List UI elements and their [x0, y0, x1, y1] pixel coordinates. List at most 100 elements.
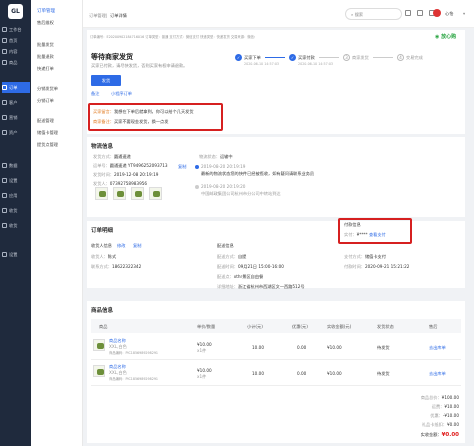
info-row: 联系方式：18622322342 — [91, 264, 141, 270]
breadcrumb-item[interactable]: 订单管理 — [89, 13, 106, 19]
sidebar-item-4[interactable]: 订单 — [2, 82, 30, 93]
subnav-item-6[interactable]: 配送管理 — [37, 118, 54, 124]
subnav-item-0[interactable]: 售后维权 — [37, 20, 54, 26]
sidebar-item-12[interactable]: 收货 — [2, 220, 30, 231]
logistics-row-label: 发货人： — [93, 181, 110, 186]
subnav-item-2[interactable]: 批量退款 — [37, 54, 54, 60]
event-text: 中国邮政集团公司杭州市分公司中转站到达 — [201, 191, 281, 196]
step-label: 商家发货 — [352, 55, 369, 60]
sidebar-item-13[interactable]: 设置 — [2, 249, 30, 260]
subnav-item-3[interactable]: 快递打单 — [37, 66, 54, 72]
timeline-dot — [195, 185, 199, 189]
receipt-icon — [2, 208, 7, 213]
total-label: 实收金额： — [420, 432, 442, 437]
sidebar-item-10[interactable]: 应用 — [2, 190, 30, 201]
sidebar-item-label: 应用 — [9, 192, 18, 198]
buyer-msg-label: 买家留言： — [93, 109, 114, 114]
note-link[interactable]: 备注 — [91, 91, 99, 97]
sidebar-item-9[interactable]: 设置 — [2, 175, 30, 186]
summary-label: 运费： — [431, 404, 445, 409]
logistics-row-value: 2019-12-08 20:19:19 — [113, 172, 159, 177]
subnav-item-1[interactable]: 批量发货 — [37, 42, 54, 48]
chevron-down-icon[interactable]: ▾ — [463, 11, 465, 16]
subnav-item-5[interactable]: 分销订单 — [37, 98, 54, 104]
asset-icon — [2, 130, 7, 135]
status-title: 等待商家发货 — [91, 53, 133, 61]
brand-name: 放心购 — [441, 34, 457, 40]
summary-value: -¥10.00 — [442, 413, 459, 418]
after-sale-link[interactable]: 去出库单 — [429, 371, 446, 377]
sidebar-item-8[interactable]: 数据 — [2, 160, 30, 171]
product-thumbnail — [131, 187, 144, 200]
marketing-icon — [2, 115, 7, 120]
search-input[interactable]: ⌕ 搜索 — [345, 8, 402, 20]
goods-header-4: 实收金额(元) — [327, 324, 352, 329]
logistics-row: 发货时间：2019-12-08 20:19:19 — [93, 172, 158, 178]
delivery-col-title: 配送信息 — [217, 243, 234, 248]
summary-value: ¥100.00 — [441, 395, 459, 400]
shop-icon — [2, 38, 7, 43]
avatar[interactable] — [433, 9, 441, 17]
gear-icon — [2, 252, 7, 257]
apps-icon — [2, 193, 7, 198]
info-label: 联系方式： — [91, 264, 112, 269]
logistics-row: 发货方式：圆通速递 — [93, 154, 131, 160]
help-icon[interactable] — [405, 10, 411, 16]
ship-button[interactable]: 发货 — [91, 75, 121, 86]
summary-row: 礼品卡抵扣：¥0.00 — [387, 422, 459, 428]
message-icon[interactable] — [417, 10, 423, 16]
total-value: ¥0.00 — [441, 432, 459, 438]
copy-tracking-link[interactable]: 复制 — [178, 164, 186, 170]
sidebar-item-label: 资产 — [9, 129, 18, 135]
info-value: 2020-09-21 15:21:22 — [364, 264, 410, 269]
logistics-row-value: 圆通速递 YT9496252093713 — [109, 163, 168, 168]
step-time: 2020-06-10 14:57:03 — [244, 62, 280, 66]
goods-header-6: 售后 — [429, 324, 438, 329]
after-sale-link[interactable]: 去出库单 — [429, 345, 446, 351]
pay-amount: 实付：¥**** 查看支付 — [344, 232, 386, 238]
total-row: 实收金额：¥0.00 — [387, 432, 459, 438]
sidebar-item-label: 客户 — [9, 99, 18, 105]
product-thumbnail — [149, 187, 162, 200]
event-time: 2019-08-20 20:19:20 — [201, 184, 246, 189]
subnav-item-7[interactable]: 储值卡管理 — [37, 130, 58, 136]
sidebar-item-3[interactable]: 商品 — [2, 57, 30, 68]
brand-badge: ◉ 放心购 — [435, 33, 456, 40]
subtotal: 10.00 — [252, 371, 264, 376]
sidebar-item-7[interactable]: 资产 — [2, 127, 30, 138]
goods-header-2: 小计(元) — [247, 324, 263, 329]
sidebar-item-label: 商品 — [9, 59, 18, 65]
subnav-item-8[interactable]: 提货点管理 — [37, 142, 58, 148]
sidebar-item-1[interactable]: 首页 — [2, 35, 30, 46]
summary-label: 礼品卡抵扣： — [421, 422, 447, 427]
step-connector — [265, 57, 285, 58]
order-status-card: 订单编号：E20200902184716016 订单类型：普通 支付方式：微信支… — [87, 30, 465, 134]
sidebar-item-5[interactable]: 客户 — [2, 97, 30, 108]
subnav-item-4[interactable]: 分销发货单 — [37, 86, 58, 92]
info-label: 配送点： — [217, 274, 234, 279]
mark-link[interactable]: 小程序订单 — [111, 91, 132, 97]
sidebar-item-0[interactable]: 工作台 — [2, 24, 30, 35]
row-divider — [91, 385, 461, 386]
user-name[interactable]: 心怡 — [445, 11, 453, 17]
pay-label: 实付： — [344, 232, 357, 237]
status-desc: 买家已付款，请尽快发货，否则买家有权申请退款。 — [91, 63, 188, 68]
breadcrumb-separator: | — [106, 13, 108, 18]
delivery-icon — [2, 223, 7, 228]
step-marker: ✓ — [235, 54, 242, 61]
app-root: GL 工作台 首页 内容 商品 订单 客户 营销 资产 数据 设置 应用 收货 收货 设置 订单管理 售后… — [0, 0, 474, 446]
sidebar-item-6[interactable]: 营销 — [2, 112, 30, 123]
product-code: 商品编码：PIC1856989298291 — [109, 377, 159, 381]
info-value: 浙江省杭州市西湖区文一西路512号 — [237, 284, 305, 289]
logistics-row-label: 运单号： — [93, 163, 110, 168]
sidebar-item-2[interactable]: 内容 — [2, 46, 30, 57]
modify-link[interactable]: 修改 — [117, 243, 125, 249]
copy-link[interactable]: 复制 — [133, 243, 141, 249]
sidebar-item-11[interactable]: 收货 — [2, 205, 30, 216]
summary-value: ¥10.00 — [444, 404, 459, 409]
logistics-card: 物流信息 发货方式：圆通速递 运单号：圆通速递 YT9496252093713 发货… — [87, 137, 465, 217]
info-row: 支付方式：储值卡支付 — [344, 254, 386, 260]
view-payment-link[interactable]: 查看支付 — [369, 232, 386, 237]
secondary-sidebar: 订单管理 售后维权批量发货批量退款快递打单分销发货单分销订单配送管理储值卡管理提… — [31, 0, 83, 446]
subnav-title[interactable]: 订单管理 — [37, 8, 55, 14]
